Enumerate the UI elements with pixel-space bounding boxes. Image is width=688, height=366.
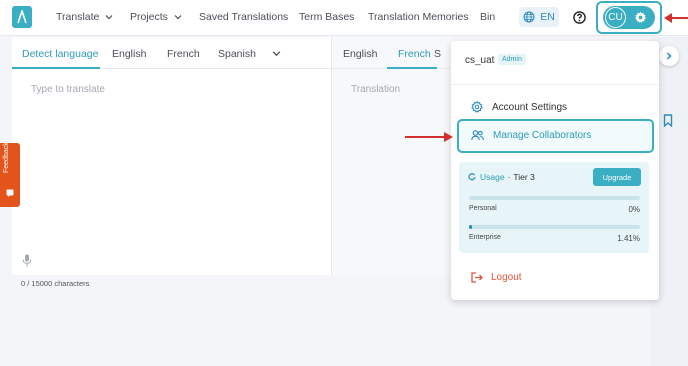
- bookmark-icon[interactable]: [663, 114, 673, 127]
- nav-saved-translations[interactable]: Saved Translations: [199, 11, 288, 23]
- upgrade-button[interactable]: Upgrade: [593, 168, 641, 186]
- user-dropdown-menu: cs_uat Admin Account Settings Manage Col…: [451, 41, 659, 300]
- microphone-icon[interactable]: [22, 254, 32, 267]
- chevron-down-icon: [174, 15, 182, 20]
- source-tab-english[interactable]: English: [112, 48, 146, 60]
- source-panel: Detect language English French Spanish T…: [12, 37, 331, 275]
- globe-icon: [523, 11, 535, 23]
- target-tab-more[interactable]: S: [434, 48, 441, 60]
- source-tab-spanish[interactable]: Spanish: [218, 48, 256, 60]
- annotation-arrow-manage-collaborators: [405, 132, 453, 142]
- enterprise-usage-fill: [469, 225, 472, 229]
- tier-label: Tier 3: [513, 172, 535, 182]
- avatar: CU: [605, 7, 626, 28]
- language-selector[interactable]: EN: [519, 7, 559, 27]
- enterprise-label: Enterprise: [469, 234, 501, 241]
- manage-collaborators-item[interactable]: Manage Collaborators: [471, 130, 591, 141]
- nav-projects-label: Projects: [130, 11, 168, 23]
- usage-header: Usage · Tier 3: [468, 172, 535, 182]
- user-menu-highlight: CU: [596, 1, 662, 34]
- nav-term-bases[interactable]: Term Bases: [299, 11, 354, 23]
- source-language-tabs: Detect language English French Spanish: [12, 37, 331, 69]
- enterprise-usage-bar: [469, 225, 640, 229]
- top-navigation-bar: Translate Projects Saved Translations Te…: [0, 0, 688, 36]
- menu-divider: [451, 84, 659, 85]
- usage-separator: ·: [507, 172, 511, 182]
- logo-icon[interactable]: [12, 6, 32, 28]
- source-text-input[interactable]: Type to translate: [31, 84, 105, 95]
- source-tab-french[interactable]: French: [167, 48, 200, 60]
- logout-icon: [471, 272, 483, 283]
- manage-collaborators-highlight: Manage Collaborators: [457, 119, 654, 153]
- gear-icon: [471, 101, 483, 113]
- nav-translate-label: Translate: [56, 11, 100, 23]
- chevron-down-icon: [105, 15, 113, 20]
- active-tab-indicator: [12, 67, 100, 69]
- personal-value: 0%: [628, 205, 640, 214]
- target-tab-english[interactable]: English: [343, 48, 377, 60]
- help-icon[interactable]: [573, 11, 586, 24]
- feedback-tab[interactable]: Feedback: [0, 142, 20, 207]
- manage-collaborators-label: Manage Collaborators: [493, 130, 592, 141]
- logout-label: Logout: [491, 272, 522, 283]
- feedback-label: Feedback: [3, 142, 10, 173]
- role-badge: Admin: [498, 54, 526, 65]
- language-label: EN: [540, 11, 555, 23]
- chevron-right-icon: [666, 52, 672, 60]
- users-icon: [471, 130, 484, 141]
- expand-panel-button[interactable]: [659, 46, 679, 66]
- nav-projects[interactable]: Projects: [130, 11, 182, 23]
- nav-translate[interactable]: Translate: [56, 11, 113, 23]
- username: cs_uat: [465, 55, 495, 66]
- enterprise-value: 1.41%: [617, 234, 640, 243]
- translation-output: Translation: [351, 84, 401, 95]
- chevron-down-icon[interactable]: [272, 49, 281, 58]
- account-settings-label: Account Settings: [492, 101, 568, 113]
- personal-label: Personal: [469, 205, 497, 212]
- usage-label[interactable]: Usage: [480, 172, 505, 182]
- user-menu-button[interactable]: CU: [603, 6, 655, 29]
- nav-bin[interactable]: Bin: [480, 11, 495, 23]
- refresh-icon: [468, 173, 476, 181]
- usage-card: Usage · Tier 3 Upgrade Personal 0% Enter…: [459, 162, 649, 253]
- character-count: 0 / 15000 characters: [21, 279, 90, 288]
- nav-translation-memories[interactable]: Translation Memories: [368, 11, 469, 23]
- source-tab-detect-language[interactable]: Detect language: [22, 48, 98, 60]
- gear-icon: [635, 11, 646, 23]
- active-tab-indicator: [387, 67, 437, 69]
- logout-item[interactable]: Logout: [471, 272, 522, 283]
- feedback-icon: [6, 189, 14, 197]
- annotation-arrow-user-menu: [664, 13, 688, 23]
- target-tab-french[interactable]: French: [398, 48, 431, 60]
- account-settings-item[interactable]: Account Settings: [471, 101, 567, 113]
- personal-usage-bar: [469, 196, 640, 200]
